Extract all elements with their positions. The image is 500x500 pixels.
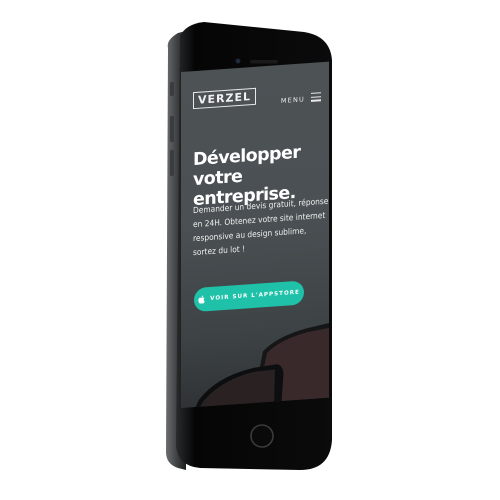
product-mockup: VERZEL MENU Développer votre entreprise.…: [0, 0, 500, 500]
menu-label[interactable]: MENU: [281, 95, 305, 105]
earpiece-speaker: [250, 60, 278, 64]
volume-down-button: [170, 150, 174, 176]
device-preview-image: [191, 322, 329, 409]
brand-logo[interactable]: VERZEL: [193, 87, 256, 110]
appstore-button-label: VOIR SUR L'APPSTORE: [210, 289, 300, 302]
appstore-button[interactable]: VOIR SUR L'APPSTORE: [194, 280, 304, 313]
home-button: [250, 424, 274, 448]
hero-description: Demander un devis gratuit, réponse en 24…: [193, 195, 329, 258]
phone-screen: VERZEL MENU Développer votre entreprise.…: [181, 61, 329, 409]
volume-up-button: [170, 116, 174, 142]
front-camera: [235, 58, 241, 64]
hamburger-menu-icon[interactable]: [311, 92, 321, 102]
apple-icon: [198, 295, 205, 304]
mute-switch: [170, 82, 174, 96]
